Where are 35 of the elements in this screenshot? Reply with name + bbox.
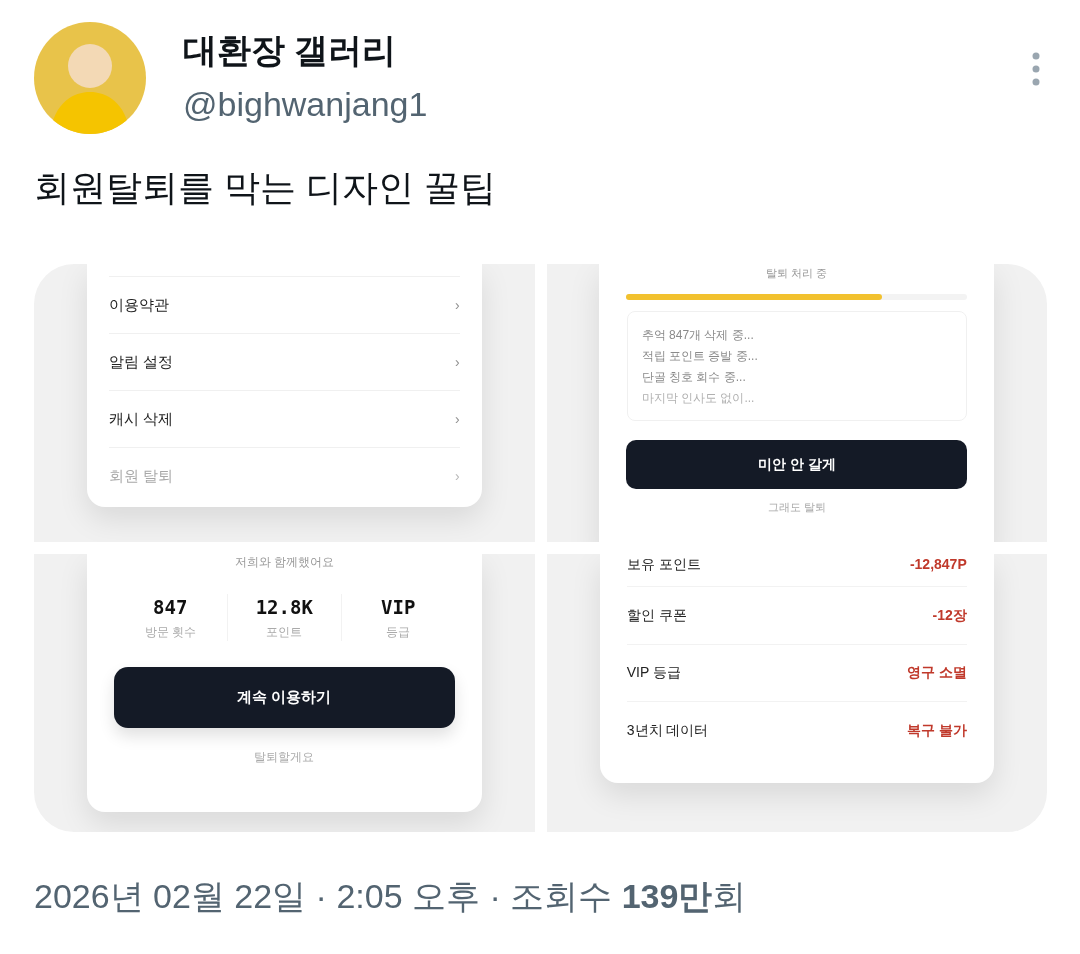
loss-label: 3년치 데이터 bbox=[626, 720, 709, 740]
stat-value: VIP bbox=[381, 595, 416, 620]
log-line: 마지막 인사도 없이... bbox=[641, 390, 756, 406]
loss-value: -12장 bbox=[932, 605, 967, 625]
stat-label: 등급 bbox=[386, 624, 411, 641]
summary-subtitle: 저희와 함께했어요 bbox=[234, 555, 334, 569]
chevron-icon: › bbox=[455, 351, 460, 373]
author-handle[interactable]: @bighwanjang1 bbox=[183, 82, 428, 126]
tweet-text: 회원탈퇴를 막는 디자인 꿀팁 bbox=[34, 166, 497, 210]
menu-label: 캐시 삭제 bbox=[108, 408, 173, 429]
dialog-title: 탈퇴 처리 중 bbox=[766, 266, 828, 280]
chevron-icon: › bbox=[455, 408, 460, 430]
stat-label: 포인트 bbox=[266, 624, 303, 641]
loss-label: 할인 쿠폰 bbox=[626, 605, 687, 625]
menu-label: 회원 탈퇴 bbox=[108, 465, 173, 486]
loss-value: -12,847P bbox=[909, 555, 967, 574]
loss-value: 복구 불가 bbox=[906, 720, 967, 740]
loss-value: 영구 소멸 bbox=[906, 663, 967, 683]
loss-label: VIP 등급 bbox=[626, 663, 681, 683]
log-line: 단골 칭호 회수 중... bbox=[641, 369, 747, 385]
stay-button[interactable]: 미안 안 갈게 bbox=[626, 440, 968, 489]
stat-label: 방문 횟수 bbox=[144, 624, 196, 641]
more-icon[interactable] bbox=[1032, 52, 1040, 86]
continue-button[interactable]: 계속 이용하기 bbox=[113, 667, 455, 728]
chevron-icon: › bbox=[455, 465, 460, 487]
stat-value: 847 bbox=[153, 595, 188, 620]
log-line: 추억 847개 삭제 중... bbox=[641, 327, 755, 343]
tweet-meta: 2026년 02월 22일 · 2:05 오후 · 조회수 139만회 bbox=[34, 876, 748, 917]
menu-label: 이용약관 bbox=[108, 294, 169, 315]
log-line: 적립 포인트 증발 중... bbox=[641, 348, 759, 364]
author-name[interactable]: 대환장 갤러리 bbox=[183, 28, 428, 72]
chevron-icon: › bbox=[455, 294, 460, 316]
menu-label: 알림 설정 bbox=[108, 351, 173, 372]
stat-value: 12.8K bbox=[255, 595, 313, 620]
loss-label: 보유 포인트 bbox=[626, 555, 701, 574]
